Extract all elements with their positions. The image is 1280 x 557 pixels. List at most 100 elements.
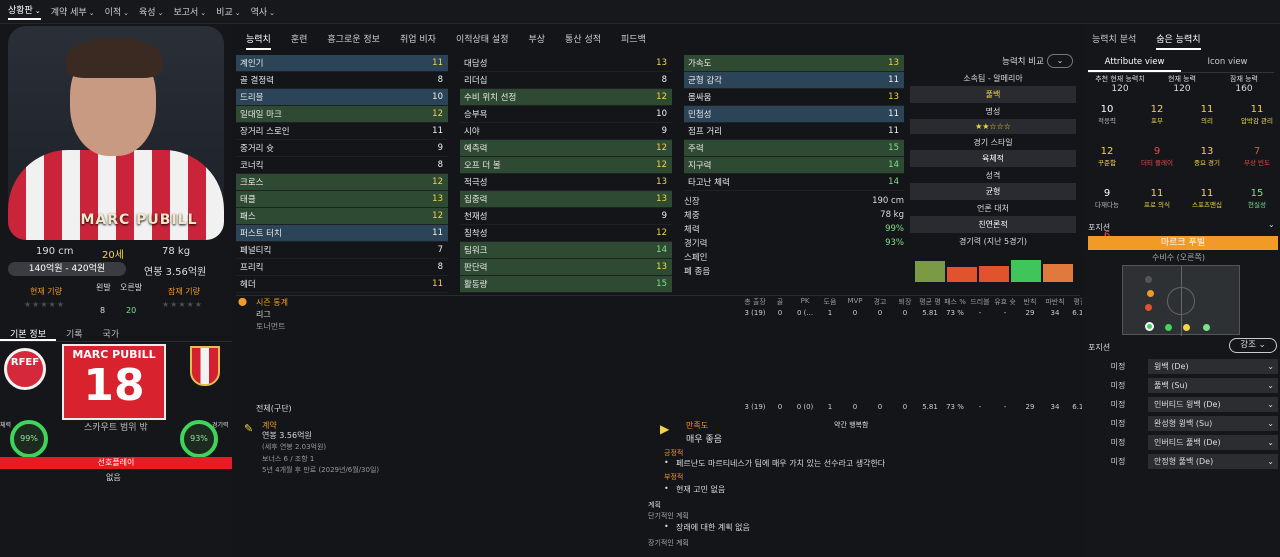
attribute-name: 대담성 [464, 59, 488, 69]
position-role-row[interactable]: 미정 인버티드 풀백 (De) ⌄ [1088, 434, 1278, 451]
main-tab-4[interactable]: 이적상태 설정 [456, 32, 509, 50]
attribute-row[interactable]: 크로스 12 [236, 174, 448, 191]
main-tab-1[interactable]: 훈련 [291, 32, 308, 50]
main-tab-7[interactable]: 피드백 [621, 32, 646, 50]
attribute-name: 수비 위치 선정 [464, 93, 517, 103]
right-panel: 능력치 분석 숨은 능력치 Attribute view Icon view 추… [1082, 24, 1280, 557]
main-tab-2[interactable]: 흥그로운 정보 [327, 32, 380, 50]
tab-hidden-attributes[interactable]: 숨은 능력치 [1156, 32, 1201, 50]
attribute-row[interactable]: 균형 감각 11 [684, 72, 904, 89]
highlight-dropdown[interactable]: 강조 ⌄ [1229, 338, 1277, 353]
contract-icon: ✎ [244, 422, 254, 435]
attribute-row[interactable]: 판단력 13 [460, 259, 672, 276]
attribute-row[interactable]: 몸싸움 13 [684, 89, 904, 106]
attribute-name: 침착성 [464, 229, 488, 239]
attribute-row[interactable]: 퍼스트 터치 11 [236, 225, 448, 242]
position-collapse-icon[interactable]: ⌄ [1268, 220, 1275, 229]
tab-nation[interactable]: 국가 [93, 324, 130, 341]
attribute-row[interactable]: 드리블 10 [236, 89, 448, 106]
stats-league-row: 3 (19) 0 0 (... 1 0 0 0 5.81 73 % - -29 34 6.18 [742, 309, 1092, 317]
tab-basic-info[interactable]: 기본 정보 [0, 324, 56, 341]
nav-item-1[interactable]: 계약 세부 ⌄ [51, 5, 95, 18]
attribute-row[interactable]: 집중력 13 [460, 191, 672, 208]
federation-crest-icon[interactable]: RFEF [4, 348, 46, 390]
position-role-row[interactable]: 미정 인버티드 윙백 (De) ⌄ [1088, 396, 1278, 413]
attribute-row[interactable]: 골 결정력 8 [236, 72, 448, 89]
attribute-value: 13 [656, 58, 667, 68]
attribute-row[interactable]: 장거리 스로인 11 [236, 123, 448, 140]
left-panel: MARC PUBILL 190 cm 20세 78 kg 140억원 - 420… [0, 24, 232, 557]
attribute-row[interactable]: 중거리 슛 9 [236, 140, 448, 157]
attribute-row[interactable]: 프리킥 8 [236, 259, 448, 276]
attribute-name: 일대일 마크 [240, 110, 282, 120]
attribute-row[interactable]: 예측력 12 [460, 140, 672, 157]
main-tab-3[interactable]: 취업 비자 [400, 32, 436, 50]
tab-icon-view[interactable]: Icon view [1181, 54, 1274, 72]
attribute-row[interactable]: 천재성 9 [460, 208, 672, 225]
hidden-attribute: 10 적응력 [1082, 104, 1132, 125]
attribute-row[interactable]: 주력 15 [684, 140, 904, 157]
attribute-row[interactable]: 대담성 13 [460, 55, 672, 72]
attribute-row[interactable]: 헤더 11 [236, 276, 448, 293]
stat-cell: 34 [1050, 309, 1060, 317]
attribute-row[interactable]: 팀워크 14 [460, 242, 672, 259]
negative-bullet-icon: • [664, 484, 669, 493]
rating-value: 120 [1111, 84, 1129, 94]
attribute-row[interactable]: 코너킥 8 [236, 157, 448, 174]
tab-records[interactable]: 기록 [56, 324, 93, 341]
stat-cell: 파반칙 [1045, 298, 1065, 306]
nav-label: 육성 [139, 8, 156, 18]
hidden-value: 11 [1200, 104, 1214, 115]
stat-cell: 5.81 [922, 309, 938, 317]
hidden-label: 부상 빈도 [1244, 159, 1270, 167]
attribute-row[interactable]: 태클 13 [236, 191, 448, 208]
role-name: 풀백 (Su) ⌄ [1148, 378, 1278, 393]
attribute-row[interactable]: 일대일 마크 12 [236, 106, 448, 123]
attribute-row[interactable]: 가속도 13 [684, 55, 904, 72]
attribute-value: 11 [888, 109, 899, 119]
season-stats-title[interactable]: 시즌 통계 [256, 297, 288, 308]
attribute-row[interactable]: 점프 거리 11 [684, 123, 904, 140]
attribute-row[interactable]: 적극성 13 [460, 174, 672, 191]
tab-attribute-view[interactable]: Attribute view [1088, 54, 1181, 72]
nav-item-3[interactable]: 육성 ⌄ [139, 5, 163, 18]
attribute-row[interactable]: 지구력 14 [684, 157, 904, 174]
attribute-name: 예측력 [464, 144, 488, 154]
attribute-row[interactable]: 패스 12 [236, 208, 448, 225]
attribute-row[interactable]: 수비 위치 선정 12 [460, 89, 672, 106]
main-tab-0[interactable]: 능력치 [246, 32, 271, 50]
profile-label: 언론 대처 [977, 204, 1009, 213]
attribute-name: 장거리 스로인 [240, 127, 290, 137]
current-stars-icon: ★★★★★ [24, 300, 65, 309]
nav-item-0[interactable]: 상황판 ⌄ [8, 3, 41, 20]
position-role-row[interactable]: 미정 완성형 윙백 (Su) ⌄ [1088, 415, 1278, 432]
attribute-row[interactable]: 계인기 11 [236, 55, 448, 72]
nav-item-4[interactable]: 보고서 ⌄ [173, 5, 206, 18]
club-crest-icon[interactable] [190, 346, 220, 386]
position-role-row[interactable]: 미정 윙백 (De) ⌄ [1088, 358, 1278, 375]
tab-attribute-analysis[interactable]: 능력치 분석 [1092, 32, 1136, 50]
nav-item-6[interactable]: 역사 ⌄ [251, 5, 275, 18]
attribute-row[interactable]: 오프 더 볼 12 [460, 157, 672, 174]
satisfaction-title[interactable]: 만족도 [686, 420, 708, 431]
attribute-row[interactable]: 시야 9 [460, 123, 672, 140]
attribute-row[interactable]: 민첩성 11 [684, 106, 904, 123]
tournament-label: 토너먼트 [256, 322, 286, 331]
position-role-row[interactable]: 미정 안정형 풀백 (De) ⌄ [1088, 453, 1278, 470]
attribute-row[interactable]: 타고난 체력 14 [684, 174, 904, 191]
main-tab-5[interactable]: 부상 [528, 32, 545, 50]
attribute-row[interactable]: 활동량 15 [460, 276, 672, 293]
attribute-row[interactable]: 승부욕 10 [460, 106, 672, 123]
form-bar-2 [947, 267, 977, 282]
total-label: 전체(구단) [256, 404, 292, 413]
attribute-row[interactable]: 리더십 8 [460, 72, 672, 89]
attribute-row[interactable]: 페널티킥 7 [236, 242, 448, 259]
attribute-value: 12 [432, 177, 443, 187]
main-tab-6[interactable]: 통산 성적 [565, 32, 601, 50]
nav-item-5[interactable]: 비교 ⌄ [216, 5, 240, 18]
compare-dropdown[interactable]: ⌄ [1047, 54, 1073, 68]
attribute-row[interactable]: 침착성 12 [460, 225, 672, 242]
season-stats-icon[interactable]: ⬤ [238, 297, 247, 306]
nav-item-2[interactable]: 이적 ⌄ [105, 5, 129, 18]
position-role-row[interactable]: 미정 풀백 (Su) ⌄ [1088, 377, 1278, 394]
